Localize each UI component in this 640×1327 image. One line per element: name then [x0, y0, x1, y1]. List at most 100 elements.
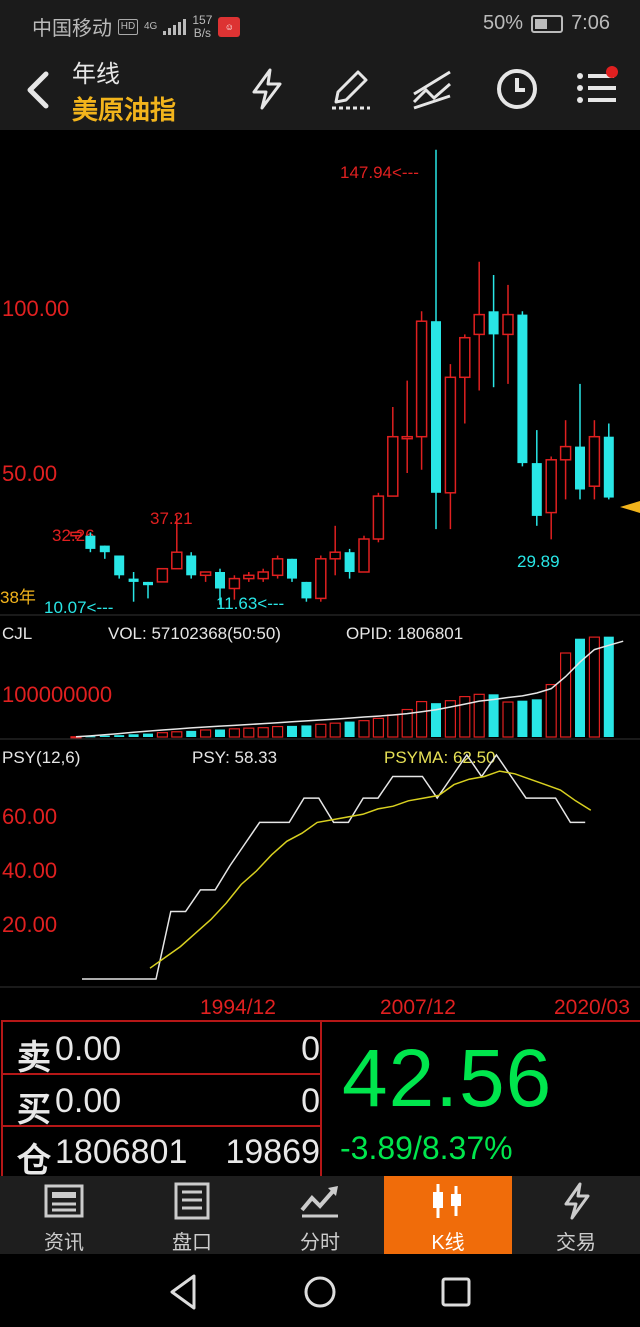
candle-body: [387, 435, 399, 497]
volume-bar: [545, 683, 557, 738]
clock: 7:06: [571, 12, 610, 34]
indicator-line-icon[interactable]: [410, 66, 456, 112]
opid-value: OPID: 1806801: [346, 624, 463, 643]
lightning-icon[interactable]: [244, 66, 290, 112]
x-label-2007: 2007/12: [380, 996, 456, 1017]
volume-bar: [358, 720, 370, 738]
candle-body: [85, 535, 96, 549]
tab-trade[interactable]: 交易: [512, 1176, 640, 1254]
candle-body: [559, 445, 572, 461]
candle-body: [243, 574, 255, 580]
volume-bar: [228, 728, 240, 738]
psy-axis-40: 40.00: [2, 858, 57, 883]
volume-bar: [416, 700, 428, 738]
kline-chart[interactable]: 100.00 50.00 147.94<--- 32.26 37.21 10.0…: [0, 132, 640, 1017]
candle-series: [70, 149, 614, 605]
divider: [3, 1073, 320, 1075]
low-price-label: 10.07<---: [44, 598, 113, 617]
buy-volume: 0: [301, 1082, 320, 1120]
candle-body: [257, 571, 269, 580]
candle-body: [171, 551, 183, 570]
news-icon: [44, 1184, 84, 1218]
volume-bar: [531, 699, 542, 737]
volume-bar: [301, 725, 312, 737]
volume-bar: [215, 729, 225, 737]
quote-panel: 卖 0.00 0 买 0.00 0 仓 1806801 19869 42.56 …: [0, 1018, 640, 1180]
low-price-label-2: 11.63<---: [216, 594, 284, 613]
volume-bar: [143, 733, 153, 737]
orderbook-icon: [174, 1182, 210, 1220]
volume-bar: [344, 721, 355, 737]
app-notification-icon: ☺: [218, 16, 241, 37]
candle-body: [70, 531, 82, 537]
left-tag: 38年: [0, 588, 36, 607]
psy-line: [82, 753, 586, 980]
psy-value: PSY: 58.33: [192, 748, 277, 767]
app-header: 年线 美原油指: [0, 50, 640, 130]
volume-bar: [200, 729, 212, 738]
signal-icon: [163, 18, 187, 35]
candle-body: [517, 314, 528, 464]
candle-body: [488, 311, 499, 335]
clock-icon[interactable]: [494, 66, 540, 112]
last-price: 42.56: [342, 1033, 553, 1124]
psy-axis-60: 60.00: [2, 804, 57, 829]
tab-news[interactable]: 资讯: [0, 1176, 128, 1254]
recents-square-icon[interactable]: [434, 1270, 478, 1314]
tab-kline[interactable]: K线: [384, 1176, 512, 1254]
chart-canvas[interactable]: 100.00 50.00 147.94<--- 32.26 37.21 10.0…: [0, 132, 640, 1017]
volume-bar: [243, 727, 255, 738]
psy-axis-20: 20.00: [2, 912, 57, 937]
candle-body: [315, 558, 327, 600]
candle-body: [431, 321, 441, 493]
volume-bar: [329, 722, 341, 738]
sell-label: 卖: [17, 1039, 51, 1077]
volume-bar: [431, 703, 441, 737]
order-book-box: 卖 0.00 0 买 0.00 0 仓 1806801 19869: [1, 1020, 322, 1180]
candle-body: [215, 572, 225, 589]
sell-row: 卖 0.00 0: [3, 1024, 320, 1077]
x-label-2020: 2020/03: [554, 996, 630, 1017]
menu-icon[interactable]: [574, 66, 620, 112]
volume-bar: [114, 735, 125, 737]
vol-value: VOL: 57102368(50:50): [108, 624, 281, 643]
bottom-nav: 资讯 盘口 分时 K线 交易: [0, 1176, 640, 1254]
recent-low-label: 29.89: [517, 552, 560, 571]
candle-body: [545, 459, 557, 514]
candle-body: [444, 376, 457, 494]
tab-trade-label: 交易: [556, 1232, 596, 1254]
tab-kline-label: K线: [431, 1232, 465, 1254]
candle-body: [531, 463, 542, 516]
vol-title: CJL: [2, 624, 32, 643]
volume-bar: [186, 730, 197, 737]
draw-pen-icon[interactable]: [328, 66, 374, 112]
volume-bar: [99, 735, 110, 737]
candle-body: [588, 435, 601, 487]
candle-body: [358, 538, 370, 573]
net-speed: 157 B/s: [192, 12, 213, 40]
volume-bar: [559, 652, 572, 738]
tab-timeshare[interactable]: 分时: [256, 1176, 384, 1254]
volume-bar: [257, 727, 269, 738]
status-right: 50% 7:06: [483, 12, 610, 35]
psyma-value: PSYMA: 62.50: [384, 748, 496, 767]
kline-icon: [433, 1184, 461, 1218]
position-value: 1806801: [55, 1133, 188, 1171]
candle-body: [401, 435, 413, 440]
volume-bar: [372, 717, 384, 738]
candle-body: [344, 552, 355, 572]
volume-bar: [517, 700, 528, 737]
instrument-name: 美原油指: [72, 95, 177, 125]
volume-bar: [488, 694, 499, 737]
tab-orderbook[interactable]: 盘口: [128, 1176, 256, 1254]
back-triangle-icon[interactable]: [162, 1270, 206, 1314]
back-arrow-icon[interactable]: [20, 68, 60, 112]
volume-bar: [128, 734, 139, 737]
x-label-1994: 1994/12: [200, 996, 276, 1017]
candle-body: [473, 313, 485, 336]
battery-icon: [531, 14, 564, 33]
candle-body: [114, 555, 125, 576]
volume-bar: [603, 636, 614, 737]
psy-title: PSY(12,6): [2, 748, 80, 767]
home-circle-icon[interactable]: [298, 1270, 342, 1314]
